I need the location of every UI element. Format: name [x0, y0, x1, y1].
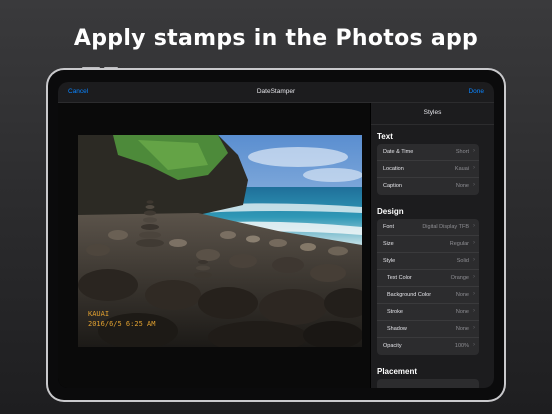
done-button[interactable]: Done	[468, 88, 484, 95]
text-settings-group: Date & Time Short › Location Kauai › Cap…	[377, 144, 479, 195]
chevron-right-icon: ›	[473, 148, 475, 154]
app-screen: Cancel DateStamper Done KAUAI 2016/6/5 6…	[58, 82, 494, 388]
chevron-right-icon: ›	[473, 274, 475, 280]
row-caption[interactable]: Caption None ›	[377, 178, 479, 195]
chevron-right-icon: ›	[473, 182, 475, 188]
row-opacity[interactable]: Opacity 100% ›	[377, 338, 479, 355]
chevron-right-icon: ›	[473, 291, 475, 297]
row-shadow[interactable]: Shadow None ›	[377, 321, 479, 338]
row-value: None	[455, 309, 469, 315]
chevron-right-icon: ›	[473, 342, 475, 348]
chevron-right-icon: ›	[473, 240, 475, 246]
stamp-date: 2016/6/5 6:25 AM	[88, 320, 156, 328]
headline: Apply stamps in the Photos app	[73, 26, 479, 51]
row-value: None	[455, 292, 469, 298]
section-heading-placement: Placement	[377, 367, 418, 376]
row-label: Size	[383, 241, 394, 247]
row-value: 100%	[454, 343, 469, 349]
styles-panel: Styles Text Date & Time Short › Location…	[371, 103, 494, 388]
navigation-bar: Cancel DateStamper Done	[58, 82, 494, 103]
date-stamp-overlay: KAUAI 2016/6/5 6:25 AM	[88, 309, 155, 329]
row-label: Stroke	[387, 309, 403, 315]
row-label: Text Color	[387, 275, 412, 281]
row-label: Opacity	[383, 343, 402, 349]
row-text-color[interactable]: Text Color Orange ›	[377, 270, 479, 287]
ipad-frame: Cancel DateStamper Done KAUAI 2016/6/5 6…	[46, 68, 506, 402]
section-heading-text: Text	[377, 132, 393, 141]
row-value: None	[455, 183, 469, 189]
row-value: Regular	[449, 241, 469, 247]
row-date-time[interactable]: Date & Time Short ›	[377, 144, 479, 161]
chevron-right-icon: ›	[473, 223, 475, 229]
design-settings-group: Font Digital Display TFB › Size Regular …	[377, 219, 479, 355]
row-value: Digital Display TFB	[422, 224, 469, 230]
placement-settings-group	[377, 379, 479, 388]
row-label: Date & Time	[383, 149, 414, 155]
row-stroke[interactable]: Stroke None ›	[377, 304, 479, 321]
chevron-right-icon: ›	[473, 325, 475, 331]
row-font[interactable]: Font Digital Display TFB ›	[377, 219, 479, 236]
photo-canvas: KAUAI 2016/6/5 6:25 AM	[58, 103, 370, 388]
row-value: Kauai	[454, 166, 469, 172]
chevron-right-icon: ›	[473, 165, 475, 171]
beach-photo: KAUAI 2016/6/5 6:25 AM	[78, 135, 362, 347]
chevron-right-icon: ›	[473, 308, 475, 314]
stamp-location: KAUAI	[88, 310, 110, 318]
row-label: Background Color	[387, 292, 432, 298]
row-value: Orange	[450, 275, 469, 281]
panel-divider	[371, 124, 494, 125]
row-label: Font	[383, 224, 395, 230]
row-background-color[interactable]: Background Color None ›	[377, 287, 479, 304]
row-location[interactable]: Location Kauai ›	[377, 161, 479, 178]
app-title: DateStamper	[256, 88, 296, 95]
row-label: Shadow	[387, 326, 407, 332]
panel-title: Styles	[423, 109, 442, 116]
row-size[interactable]: Size Regular ›	[377, 236, 479, 253]
section-heading-design: Design	[377, 207, 404, 216]
chevron-right-icon: ›	[473, 257, 475, 263]
row-value: Solid	[456, 258, 469, 264]
row-style[interactable]: Style Solid ›	[377, 253, 479, 270]
row-label: Caption	[383, 183, 402, 189]
row-label: Style	[383, 258, 396, 264]
row-label: Location	[383, 166, 404, 172]
row-value: None	[455, 326, 469, 332]
row-value: Short	[455, 149, 469, 155]
